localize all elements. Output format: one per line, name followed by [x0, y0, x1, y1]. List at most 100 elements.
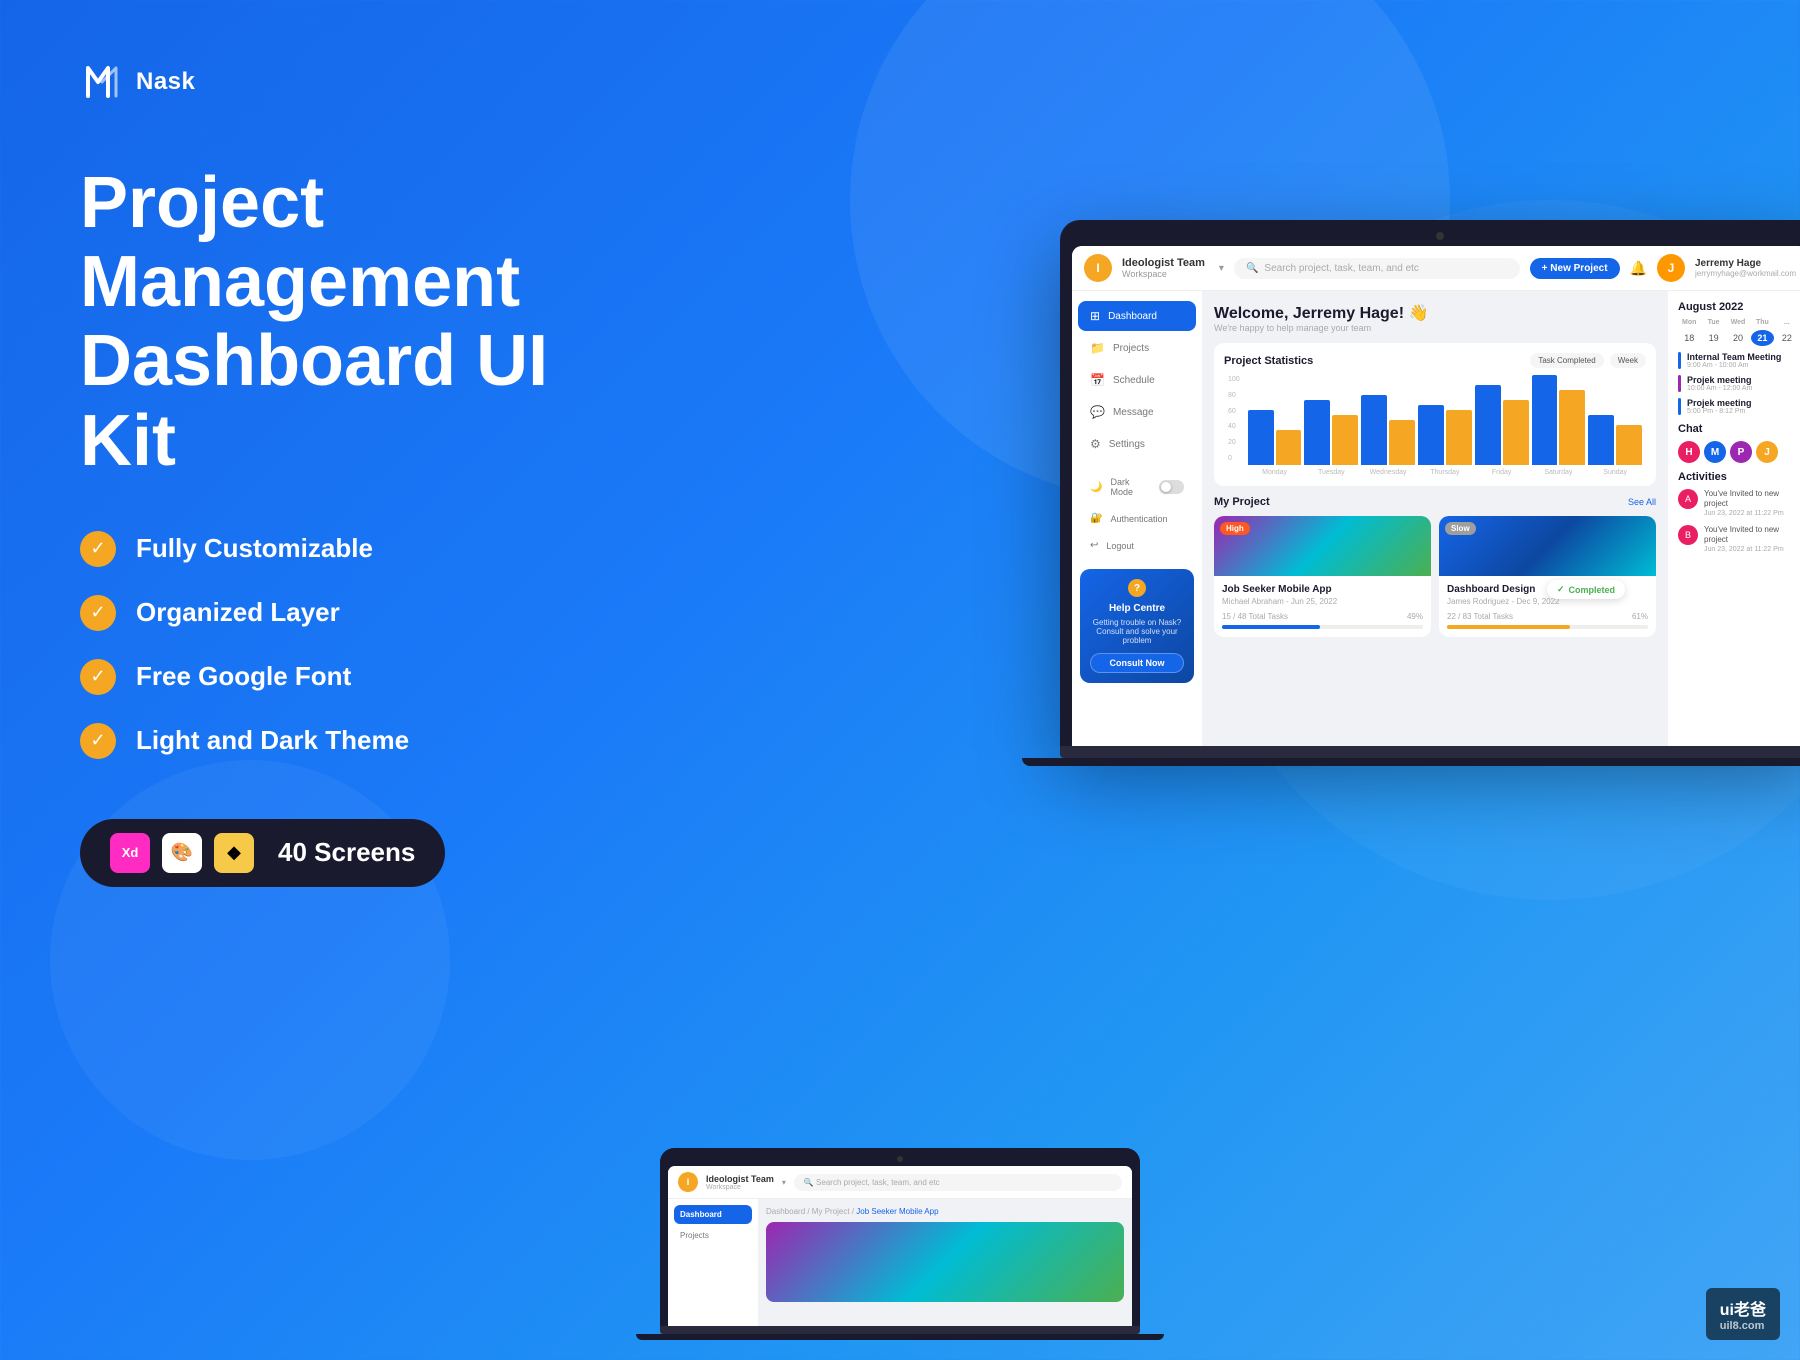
dark-mode-label: Dark Mode	[1110, 477, 1150, 497]
card-title-0: Job Seeker Mobile App	[1222, 584, 1423, 595]
bottom-workspace-info: Ideologist Team Workspace	[706, 1174, 774, 1191]
card-badge-slow: Slow	[1445, 522, 1476, 535]
feature-label-1: Organized Layer	[136, 597, 340, 628]
cal-day-20[interactable]: 20	[1727, 330, 1749, 346]
card-thumbnail-1: Slow	[1439, 516, 1656, 576]
project-card-0[interactable]: High Job Seeker Mobile App Michael Abrah…	[1214, 516, 1431, 637]
activity-content-1: You've Invited to new project Jun 23, 20…	[1704, 525, 1798, 553]
cal-day-22[interactable]: 22	[1776, 330, 1798, 346]
user-avatar: J	[1657, 254, 1685, 282]
bar-group-2	[1361, 395, 1415, 465]
meeting-info-2: Projek meeting 5:00 Pm - 8:12 Pm	[1687, 398, 1752, 415]
cal-day-18[interactable]: 18	[1678, 330, 1700, 346]
bar-blue-0	[1248, 410, 1274, 465]
calendar-title: August 2022	[1678, 301, 1798, 313]
sidebar-item-schedule[interactable]: 📅 Schedule	[1078, 365, 1196, 395]
bottom-nav-projects[interactable]: Projects	[674, 1226, 752, 1245]
activity-text-1: You've Invited to new project	[1704, 525, 1798, 546]
activity-avatar-0: A	[1678, 489, 1698, 509]
bar-blue-1	[1304, 400, 1330, 465]
feature-label-0: Fully Customizable	[136, 533, 373, 564]
activity-content-0: You've Invited to new project Jun 23, 20…	[1704, 489, 1798, 517]
feature-item-0: ✓ Fully Customizable	[80, 531, 600, 567]
chat-avatar-3[interactable]: J	[1756, 441, 1778, 463]
bar-blue-3	[1418, 405, 1444, 465]
notification-bell-icon[interactable]: 🔔	[1630, 260, 1647, 277]
chat-avatar-0[interactable]: H	[1678, 441, 1700, 463]
sidebar-item-message[interactable]: 💬 Message	[1078, 397, 1196, 427]
bar-group-0	[1248, 410, 1302, 465]
cal-day-19[interactable]: 19	[1702, 330, 1724, 346]
chart-bars-area: Monday Tuesday Wednesday Thursday Friday…	[1248, 375, 1642, 476]
breadcrumb: Dashboard / My Project / Job Seeker Mobi…	[766, 1207, 1124, 1216]
headline: Project Management Dashboard UI Kit	[80, 164, 600, 481]
breadcrumb-text: Dashboard / My Project / Job Seeker Mobi…	[766, 1207, 939, 1216]
nask-logo-icon	[80, 60, 124, 104]
meeting-time-1: 10:00 Am - 12:00 Am	[1687, 385, 1752, 392]
cal-day-21[interactable]: 21	[1751, 330, 1773, 346]
meeting-name-2: Projek meeting	[1687, 398, 1752, 408]
projects-section: My Project See All High Job Seeker Mobil…	[1214, 496, 1656, 637]
sidebar-item-settings[interactable]: ⚙ Settings	[1078, 429, 1196, 459]
screens-count: 40 Screens	[278, 837, 415, 868]
sidebar-item-dashboard[interactable]: ⊞ Dashboard	[1078, 301, 1196, 331]
new-project-button[interactable]: + New Project	[1530, 258, 1620, 279]
bottom-nav-dashboard[interactable]: Dashboard	[674, 1205, 752, 1224]
x-label-5: Saturday	[1532, 469, 1586, 476]
watermark-line1: ui老爸	[1720, 1296, 1766, 1320]
camera-dot	[1436, 232, 1444, 240]
see-all-link[interactable]: See All	[1628, 497, 1656, 507]
meeting-dot-2	[1678, 398, 1681, 415]
sidebar-label-dashboard: Dashboard	[1108, 311, 1157, 322]
sidebar-label-schedule: Schedule	[1113, 375, 1155, 386]
bar-orange-2	[1389, 420, 1415, 465]
features-list: ✓ Fully Customizable ✓ Organized Layer ✓…	[80, 531, 600, 759]
activity-time-1: Jun 23, 2022 at 11:22 Pm	[1704, 546, 1798, 553]
user-email: jerrymyhage@workmail.com	[1695, 269, 1796, 278]
bottom-workspace-sub: Workspace	[706, 1184, 774, 1191]
workspace-logo: I	[1084, 254, 1112, 282]
filter-task-completed[interactable]: Task Completed	[1530, 353, 1603, 368]
auth-icon: 🔐	[1090, 513, 1102, 524]
sidebar-item-logout[interactable]: ↩ Logout	[1078, 532, 1196, 559]
search-bar[interactable]: 🔍 Search project, task, team, and etc	[1234, 258, 1520, 279]
help-desc: Getting trouble on Nask? Consult and sol…	[1090, 618, 1184, 645]
chart-bars	[1248, 375, 1642, 465]
stats-title: Project Statistics	[1224, 355, 1313, 367]
toggle-switch[interactable]	[1159, 480, 1184, 494]
x-label-6: Sunday	[1588, 469, 1642, 476]
sidebar-item-projects[interactable]: 📁 Projects	[1078, 333, 1196, 363]
dark-mode-toggle[interactable]: 🌙 Dark Mode	[1078, 469, 1196, 505]
sidebar-item-auth[interactable]: 🔐 Authentication	[1078, 505, 1196, 532]
bar-group-1	[1304, 400, 1358, 465]
bottom-chevron[interactable]: ▾	[782, 1178, 786, 1187]
sketch-icon: ◆	[214, 833, 254, 873]
bottom-topbar: I Ideologist Team Workspace ▾ 🔍 Search p…	[668, 1166, 1132, 1199]
bottom-search-placeholder: Search project, task, team, and etc	[816, 1178, 940, 1187]
meeting-name-1: Projek meeting	[1687, 375, 1752, 385]
help-card: ? Help Centre Getting trouble on Nask? C…	[1080, 569, 1194, 683]
meeting-item-1: Projek meeting 10:00 Am - 12:00 Am	[1678, 375, 1798, 392]
x-label-2: Wednesday	[1361, 469, 1415, 476]
chat-avatar-2[interactable]: P	[1730, 441, 1752, 463]
project-card-1[interactable]: Slow Dashboard Design James Rodriguez - …	[1439, 516, 1656, 637]
activity-text-0: You've Invited to new project	[1704, 489, 1798, 510]
chat-avatar-1[interactable]: M	[1704, 441, 1726, 463]
feature-item-2: ✓ Free Google Font	[80, 659, 600, 695]
laptop-mockup-bottom: I Ideologist Team Workspace ▾ 🔍 Search p…	[660, 1148, 1140, 1340]
filter-week[interactable]: Week	[1610, 353, 1646, 368]
x-label-4: Friday	[1475, 469, 1529, 476]
chart-x-labels: Monday Tuesday Wednesday Thursday Friday…	[1248, 469, 1642, 476]
bar-group-3	[1418, 405, 1472, 465]
bottom-laptop-base-top	[660, 1326, 1140, 1334]
project-cards: High Job Seeker Mobile App Michael Abrah…	[1214, 516, 1656, 637]
workspace-chevron[interactable]: ▾	[1219, 263, 1224, 274]
card-badge-high: High	[1220, 522, 1250, 535]
cal-header-thu: Thu	[1751, 319, 1773, 326]
bottom-search-bar[interactable]: 🔍 Search project, task, team, and etc	[794, 1174, 1122, 1191]
card-content-0: Job Seeker Mobile App Michael Abraham - …	[1214, 576, 1431, 637]
completed-badge: ✓ Completed	[1547, 580, 1625, 599]
laptop-topbar: I Ideologist Team Workspace ▾ 🔍 Search p…	[1072, 246, 1800, 291]
consult-now-button[interactable]: Consult Now	[1090, 653, 1184, 673]
stats-section: Project Statistics Task Completed Week 0…	[1214, 343, 1656, 486]
